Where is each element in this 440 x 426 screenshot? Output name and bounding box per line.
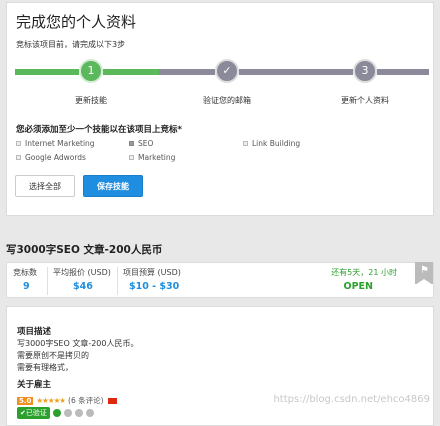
skill-marketing[interactable]: Marketing — [129, 153, 175, 162]
checkbox-google-adwords[interactable] — [16, 155, 21, 160]
verified-badge: ✔ 已验证 — [17, 407, 50, 419]
verification-row: ✔ 已验证 — [17, 407, 94, 419]
email-verified-icon — [63, 409, 72, 417]
page-title: 完成您的个人资料 — [16, 13, 137, 31]
skill-seo[interactable]: SEO — [129, 139, 153, 148]
skill-label: Marketing — [138, 153, 176, 162]
star-icons: ★★★★★ — [36, 396, 66, 405]
avg-bid-label: 平均报价 (USD) — [53, 268, 111, 277]
china-flag-icon — [107, 397, 117, 404]
complete-profile-card: 完成您的个人资料 竞标该项目前，请完成以下3步 1 ✓ 3 更新技能 验证您的邮… — [6, 2, 434, 216]
skill-internet-marketing[interactable]: Internet Marketing — [16, 139, 95, 148]
skill-label: Internet Marketing — [25, 139, 95, 148]
progress-segment-5 — [377, 69, 429, 75]
skill-google-adwords[interactable]: Google Adwords — [16, 153, 86, 162]
checkbox-seo[interactable] — [129, 141, 134, 146]
step-2-label: 验证您的邮箱 — [203, 96, 251, 105]
project-stats-card: 竞标数 9 平均报价 (USD) $46 项目预算 (USD) $10 - $3… — [6, 262, 434, 298]
review-count[interactable]: (6 条评论) — [68, 395, 104, 406]
save-skills-button[interactable]: 保存技能 — [83, 175, 143, 197]
time-left: 还有5天，21 小时 — [331, 268, 397, 277]
step-1-circle[interactable]: 1 — [79, 59, 103, 83]
skill-label: Google Adwords — [25, 153, 86, 162]
progress-segment-3 — [159, 69, 215, 75]
project-title: 写3000字SEO 文章-200人民币 — [6, 244, 163, 256]
description-line: 需要有理格式， — [17, 363, 73, 372]
progress-segment-4 — [239, 69, 353, 75]
bids-label: 竞标数 — [13, 268, 37, 277]
skill-label: Link Building — [252, 139, 301, 148]
progress-segment-1 — [15, 69, 79, 75]
flag-icon: ⚑ — [420, 265, 429, 276]
description-heading: 项目描述 — [17, 327, 52, 337]
description-line: 写3000字SEO 文章-200人民币。 — [17, 339, 139, 348]
step-3-circle[interactable]: 3 — [353, 59, 377, 83]
step-progress: 1 ✓ 3 更新技能 验证您的邮箱 更新个人资料 — [15, 59, 429, 105]
divider — [117, 267, 118, 295]
bookmark-ribbon[interactable]: ⚑ — [415, 262, 433, 285]
checkbox-link-building[interactable] — [243, 141, 248, 146]
employer-heading: 关于雇主 — [17, 380, 52, 390]
divider — [47, 267, 48, 295]
select-all-button[interactable]: 选择全部 — [15, 175, 75, 197]
bids-value: 9 — [23, 281, 30, 292]
skill-link-building[interactable]: Link Building — [243, 139, 300, 148]
avg-bid-value: $46 — [73, 281, 93, 292]
payment-verified-icon — [52, 409, 61, 417]
budget-value: $10 - $30 — [129, 281, 180, 292]
step-2-number: ✓ — [222, 64, 232, 77]
budget-label: 项目预算 (USD) — [123, 268, 181, 277]
progress-segment-2 — [103, 69, 159, 75]
step-3-label: 更新个人资料 — [341, 96, 389, 105]
checkbox-internet-marketing[interactable] — [16, 141, 21, 146]
skill-label: SEO — [138, 139, 154, 148]
profile-verified-icon — [74, 409, 83, 417]
status-badge: OPEN — [343, 281, 373, 292]
verified-label: 已验证 — [25, 409, 47, 417]
step-2-check-icon[interactable]: ✓ — [215, 59, 239, 83]
phone-verified-icon — [85, 409, 94, 417]
step-3-number: 3 — [361, 64, 369, 77]
description-line: 需要原创不是拷贝的 — [17, 351, 89, 360]
project-description-card: 项目描述 写3000字SEO 文章-200人民币。 需要原创不是拷贝的 需要有理… — [6, 306, 434, 426]
checkbox-marketing[interactable] — [129, 155, 134, 160]
step-1-label: 更新技能 — [75, 96, 107, 105]
rating-badge: 5.0 — [17, 396, 34, 405]
skills-prompt: 您必须添加至少一个技能以在该项目上竞标* — [16, 125, 182, 135]
watermark: https://blog.csdn.net/ehco4869 — [273, 394, 430, 405]
employer-rating: 5.0 ★★★★★ (6 条评论) — [17, 395, 117, 406]
step-1-number: 1 — [87, 64, 95, 77]
profile-subtitle: 竞标该项目前，请完成以下3步 — [16, 40, 126, 49]
